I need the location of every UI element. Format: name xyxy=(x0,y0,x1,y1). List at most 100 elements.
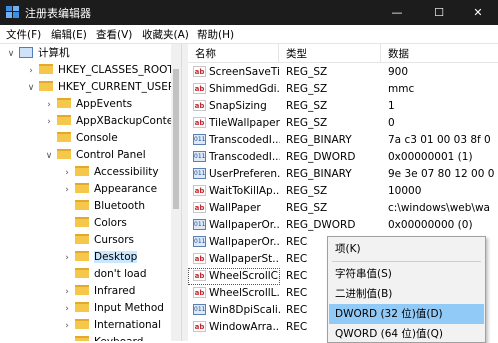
tree-item[interactable]: Colors xyxy=(62,215,127,232)
value-data: 900 xyxy=(388,66,409,78)
tree-item[interactable]: › Appearance xyxy=(62,181,157,198)
value-row[interactable]: 011 WallpaperOr... REG_DWORD 0x00000000 (0) xyxy=(188,217,498,234)
value-data: c:\windows\web\wa xyxy=(388,202,490,214)
value-type: REG_DWORD xyxy=(286,151,356,163)
menu-file[interactable]: 文件(F) xyxy=(6,27,41,42)
value-name-cell: 011 TranscodedI... xyxy=(188,132,280,149)
value-name-cell: ab WindowArra... xyxy=(188,319,280,336)
chevron-right-icon[interactable]: › xyxy=(62,250,72,267)
value-data: 0 xyxy=(388,117,395,129)
value-name: WheelScrollC... xyxy=(209,270,280,282)
value-row[interactable]: ab SnapSizing REG_SZ 1 xyxy=(188,98,498,115)
chevron-right-icon[interactable]: › xyxy=(62,284,72,301)
chevron-right-icon[interactable]: › xyxy=(26,63,36,80)
tree-item[interactable]: › Accessibility xyxy=(62,164,159,181)
close-button[interactable]: ✕ xyxy=(458,0,498,25)
minimize-button[interactable]: — xyxy=(377,0,417,25)
value-row[interactable]: ab ShimmedGdi... REG_SZ mmc xyxy=(188,81,498,98)
value-row[interactable]: abScreenSaveTi... REG_SZ 900 xyxy=(188,64,498,81)
folder-icon xyxy=(39,64,53,74)
tree-item[interactable]: ∨ Control Panel xyxy=(44,147,146,164)
menu-edit[interactable]: 编辑(E) xyxy=(51,27,87,42)
binary-value-icon: 011 xyxy=(193,235,206,247)
column-data[interactable]: 数据 xyxy=(388,46,409,61)
context-menu-item[interactable]: 项(K) xyxy=(329,239,484,259)
value-row[interactable]: ab TileWallpaper REG_SZ 0 xyxy=(188,115,498,132)
value-name-cell: 011 WallpaperOr... xyxy=(188,217,280,234)
tree-item[interactable]: ∨ HKEY_CURRENT_USER xyxy=(26,79,175,96)
value-name-cell: ab WheelScrollL... xyxy=(188,285,280,302)
tree-item[interactable]: don't load xyxy=(62,266,147,283)
value-type: REG_SZ xyxy=(286,117,328,129)
context-menu-item[interactable]: QWORD (64 位)值(Q) xyxy=(329,324,484,342)
tree-item-label: Bluetooth xyxy=(94,200,145,212)
pane-splitter[interactable] xyxy=(181,44,188,341)
value-name: SnapSizing xyxy=(209,100,267,112)
key-tree[interactable]: ∨ 计算机 › HKEY_CLASSES_ROOT ∨ HKEY_CURRENT_USER… xyxy=(0,44,181,341)
column-divider[interactable] xyxy=(380,44,381,62)
value-data: 0x00000001 (1) xyxy=(388,151,473,163)
value-row[interactable]: ab WallPaper REG_SZ c:\windows\web\wa xyxy=(188,200,498,217)
tree-item[interactable]: ∨ 计算机 xyxy=(6,45,70,62)
menu-help[interactable]: 帮助(H) xyxy=(197,27,234,42)
chevron-right-icon[interactable]: › xyxy=(62,165,72,182)
folder-icon xyxy=(75,251,89,261)
value-name: WallpaperSt... xyxy=(209,253,280,265)
folder-icon xyxy=(75,183,89,193)
tree-item[interactable]: Bluetooth xyxy=(62,198,145,215)
column-name[interactable]: 名称 xyxy=(195,46,216,61)
folder-icon xyxy=(39,81,53,91)
maximize-button[interactable]: ☐ xyxy=(419,0,459,25)
context-menu-item[interactable]: DWORD (32 位)值(D) xyxy=(329,304,484,324)
tree-item[interactable]: › Infrared xyxy=(62,283,135,300)
value-data: 9e 3e 07 80 12 00 0 xyxy=(388,168,495,180)
folder-icon xyxy=(75,302,89,312)
tree-item[interactable]: › AppEvents xyxy=(44,96,132,113)
chevron-down-icon[interactable]: ∨ xyxy=(6,46,16,63)
value-row[interactable]: 011 UserPreferen... REG_BINARY 9e 3e 07 80 … xyxy=(188,166,498,183)
tree-item[interactable]: › Desktop xyxy=(62,249,138,267)
tree-item[interactable]: › HKEY_CLASSES_ROOT xyxy=(26,62,174,79)
tree-scrollbar-thumb[interactable] xyxy=(173,69,179,209)
tree-item[interactable]: Console xyxy=(44,130,118,147)
column-divider[interactable] xyxy=(278,44,279,62)
value-data: 0x00000000 (0) xyxy=(388,219,473,231)
value-type: REG_SZ xyxy=(286,100,328,112)
value-type: REG_DWORD xyxy=(286,219,356,231)
value-name: WallPaper xyxy=(209,202,261,214)
menu-view[interactable]: 查看(V) xyxy=(96,27,132,42)
value-name: WindowArra... xyxy=(209,321,280,333)
chevron-right-icon[interactable]: › xyxy=(44,97,54,114)
chevron-right-icon[interactable]: › xyxy=(62,182,72,199)
tree-item[interactable]: Keyboard xyxy=(62,334,143,341)
column-type[interactable]: 类型 xyxy=(286,46,307,61)
tree-item[interactable]: Cursors xyxy=(62,232,134,249)
value-name-cell: ab WallpaperSt... xyxy=(188,251,280,268)
value-row[interactable]: 011 TranscodedI... REG_DWORD 0x00000001 (1) xyxy=(188,149,498,166)
folder-icon xyxy=(75,217,89,227)
context-menu-item[interactable]: 字符串值(S) xyxy=(329,264,484,284)
tree-item[interactable]: › Input Method xyxy=(62,300,164,317)
value-data: 1 xyxy=(388,100,395,112)
menu-favorites[interactable]: 收藏夹(A) xyxy=(142,27,189,42)
folder-icon xyxy=(75,336,89,341)
tree-item[interactable]: › AppXBackupConter xyxy=(44,113,178,130)
tree-item-label: Console xyxy=(76,132,118,144)
chevron-right-icon[interactable]: › xyxy=(62,301,72,318)
value-name-cell: 011 UserPreferen... xyxy=(188,166,280,183)
chevron-right-icon[interactable]: › xyxy=(62,318,72,335)
tree-item-label: Input Method xyxy=(94,302,164,314)
tree-scrollbar[interactable] xyxy=(171,44,181,341)
value-name: TranscodedI... xyxy=(209,134,280,146)
chevron-down-icon[interactable]: ∨ xyxy=(26,80,36,97)
tree-item-label: International xyxy=(94,319,162,331)
folder-icon xyxy=(57,132,71,142)
context-menu-item[interactable]: 二进制值(B) xyxy=(329,284,484,304)
minimize-icon: — xyxy=(391,6,403,19)
value-row[interactable]: ab WaitToKillAp... REG_SZ 10000 xyxy=(188,183,498,200)
chevron-down-icon[interactable]: ∨ xyxy=(44,148,54,165)
chevron-right-icon[interactable]: › xyxy=(44,114,54,131)
value-row[interactable]: 011 TranscodedI... REG_BINARY 7a c3 01 00 0… xyxy=(188,132,498,149)
value-type: REG_BINARY xyxy=(286,168,352,180)
tree-item[interactable]: › International xyxy=(62,317,161,334)
